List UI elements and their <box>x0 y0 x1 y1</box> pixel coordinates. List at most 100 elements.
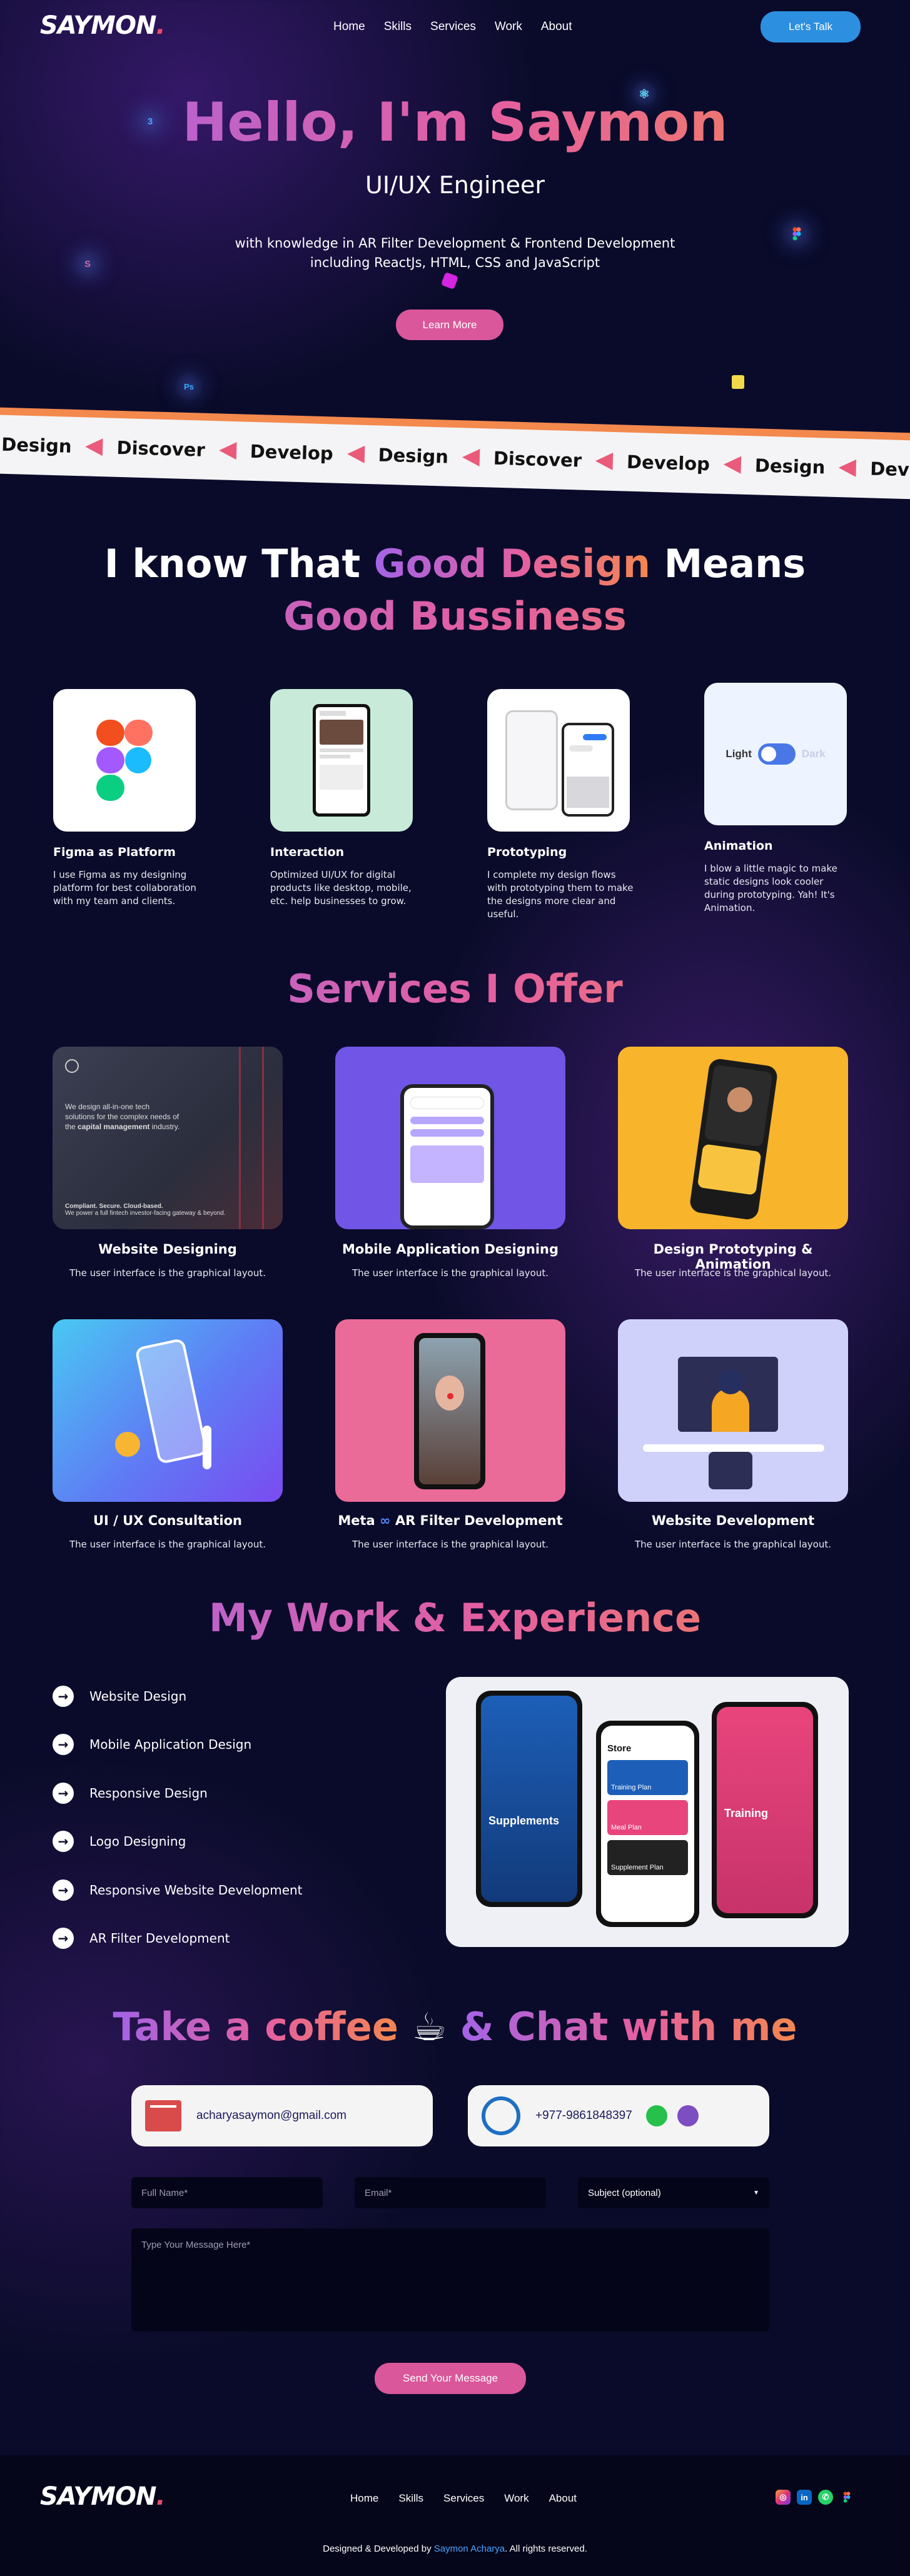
footer-nav-home[interactable]: Home <box>350 2492 378 2504</box>
whatsapp-icon[interactable] <box>645 2105 667 2126</box>
work-item: → AR Filter Development <box>53 1928 230 1949</box>
nav-skills[interactable]: Skills <box>384 20 412 33</box>
credit-start: Designed & Developed by <box>323 2543 432 2554</box>
full-name-input[interactable]: Full Name* <box>131 2177 323 2208</box>
subject-value: Subject (optional) <box>588 2187 661 2198</box>
nav-work[interactable]: Work <box>495 20 522 33</box>
footer-nav: Home Skills Services Work About <box>350 2492 597 2505</box>
service-desc: The user interface is the graphical layo… <box>352 1267 549 1279</box>
email-input[interactable]: Email* <box>355 2177 546 2208</box>
nav-about[interactable]: About <box>541 20 572 33</box>
skills-title-line2: Good Bussiness <box>0 590 910 643</box>
mockup-store: Store <box>607 1743 632 1754</box>
footer-nav-about[interactable]: About <box>549 2492 577 2504</box>
skill-desc: Optimized UI/UX for digital products lik… <box>270 869 412 907</box>
skill-desc: I use Figma as my designing platform for… <box>53 869 196 907</box>
lets-talk-button[interactable]: Let's Talk <box>761 11 861 43</box>
ar-filter-image <box>335 1319 565 1502</box>
skill-name: Animation <box>704 839 773 853</box>
arrow-right-icon: → <box>53 1734 74 1755</box>
arrow-right-icon: → <box>53 1783 74 1804</box>
chevron-down-icon: ▼ <box>753 2189 759 2196</box>
work-item-label: Logo Designing <box>89 1834 186 1849</box>
subject-select[interactable]: Subject (optional) ▼ <box>578 2177 769 2208</box>
logo-text: SAYMON <box>40 11 156 40</box>
phone-card[interactable]: +977-9861848397 <box>468 2085 769 2146</box>
photoshop-icon: Ps <box>175 373 203 400</box>
nav-services[interactable]: Services <box>430 20 476 33</box>
service-name: Website Designing <box>98 1242 237 1257</box>
work-showcase-image: Supplements Store Training Plan Meal Pla… <box>446 1677 849 1947</box>
ribbon-word: Develop <box>250 440 334 465</box>
ribbon-word: Discover <box>116 436 206 461</box>
work-item: → Mobile Application Design <box>53 1734 251 1755</box>
animation-card: Light Dark <box>704 683 847 825</box>
skills-title-accent: Good Design <box>373 541 650 586</box>
work-item-label: Responsive Design <box>89 1786 208 1801</box>
ribbon-arrow-icon <box>462 448 480 467</box>
skill-desc: I blow a little magic to make static des… <box>704 863 837 913</box>
service-desc: The user interface is the graphical layo… <box>352 1539 549 1550</box>
skill-name: Interaction <box>270 845 345 859</box>
prototyping-animation-image <box>618 1047 848 1229</box>
message-textarea[interactable]: Type Your Message Here* <box>131 2228 769 2332</box>
email-address[interactable]: acharyasaymon@gmail.com <box>196 2109 346 2123</box>
work-item: → Website Design <box>53 1686 186 1707</box>
phone-mockup <box>313 704 370 817</box>
work-item-label: AR Filter Development <box>89 1931 230 1946</box>
service-desc: The user interface is the graphical layo… <box>69 1267 266 1279</box>
instagram-icon[interactable]: ◎ <box>776 2490 791 2505</box>
ribbon-word: Design <box>1 433 73 457</box>
skills-title-start: I know That <box>104 541 361 586</box>
ui-ux-consultation-image <box>53 1319 283 1502</box>
footer-nav-skills[interactable]: Skills <box>398 2492 423 2504</box>
learn-more-button[interactable]: Learn More <box>396 309 503 340</box>
social-links: ◎ in ✆ <box>769 2490 854 2505</box>
logo-text: SAYMON <box>40 2482 156 2511</box>
coffee-icon: ☕ <box>412 2004 447 2050</box>
viber-icon[interactable] <box>677 2105 699 2126</box>
ribbon-word: Develop <box>869 458 910 482</box>
figma-footer-icon[interactable] <box>839 2490 854 2505</box>
web-card-line: We design all-in-one tech <box>65 1102 150 1111</box>
footer-logo[interactable]: SAYMON. <box>40 2482 166 2511</box>
mockup-meal-plan: Meal Plan <box>607 1800 688 1835</box>
website-designing-image: We design all-in-one tech solutions for … <box>53 1047 283 1229</box>
phone-number[interactable]: +977-9861848397 <box>535 2109 632 2123</box>
ribbon-arrow-icon <box>723 455 742 474</box>
web-card-line: solutions for the complex needs of <box>65 1112 179 1121</box>
theme-toggle: Light Dark <box>725 743 826 765</box>
footer-nav-services[interactable]: Services <box>443 2492 484 2504</box>
service-name: Website Development <box>651 1513 815 1528</box>
logo-dot: . <box>156 2482 165 2511</box>
ribbon-arrow-icon <box>218 441 237 460</box>
skills-ribbon: Design Discover Develop Design Discover … <box>0 415 910 500</box>
email-card[interactable]: acharyasaymon@gmail.com <box>131 2085 433 2146</box>
mobile-app-image <box>335 1047 565 1229</box>
site-logo[interactable]: SAYMON. <box>40 11 166 40</box>
linkedin-icon[interactable]: in <box>797 2490 812 2505</box>
whatsapp-footer-icon[interactable]: ✆ <box>818 2490 833 2505</box>
nav-home[interactable]: Home <box>333 20 365 33</box>
work-item-label: Mobile Application Design <box>89 1737 252 1752</box>
send-message-button[interactable]: Send Your Message <box>375 2363 526 2394</box>
service-name-meta: Meta ∞ AR Filter Development <box>335 1513 565 1528</box>
hero-title: Hello, I'm Saymon <box>0 91 910 154</box>
credit-name-link[interactable]: Saymon Acharya <box>434 2543 505 2554</box>
meta-infinity-icon: ∞ <box>380 1513 391 1528</box>
footer-nav-work[interactable]: Work <box>504 2492 528 2504</box>
work-item-label: Website Design <box>89 1689 187 1704</box>
web-card-bold: capital management <box>78 1122 150 1131</box>
service-desc: The user interface is the graphical layo… <box>69 1539 266 1550</box>
ribbon-arrow-icon <box>346 445 365 463</box>
sass-icon: S <box>73 249 103 279</box>
service-name: Mobile Application Designing <box>341 1242 559 1257</box>
contact-title: Take a coffee ☕ & Chat with me <box>0 2001 910 2053</box>
ribbon-word: Develop <box>626 451 710 475</box>
work-item: → Logo Designing <box>53 1831 186 1852</box>
arrow-right-icon: → <box>53 1831 74 1852</box>
toggle-light-label: Light <box>725 748 752 760</box>
ar-filter-label: AR Filter Development <box>395 1513 563 1528</box>
toggle-switch <box>757 743 796 765</box>
mockup-supplements: Supplements <box>488 1814 560 1827</box>
